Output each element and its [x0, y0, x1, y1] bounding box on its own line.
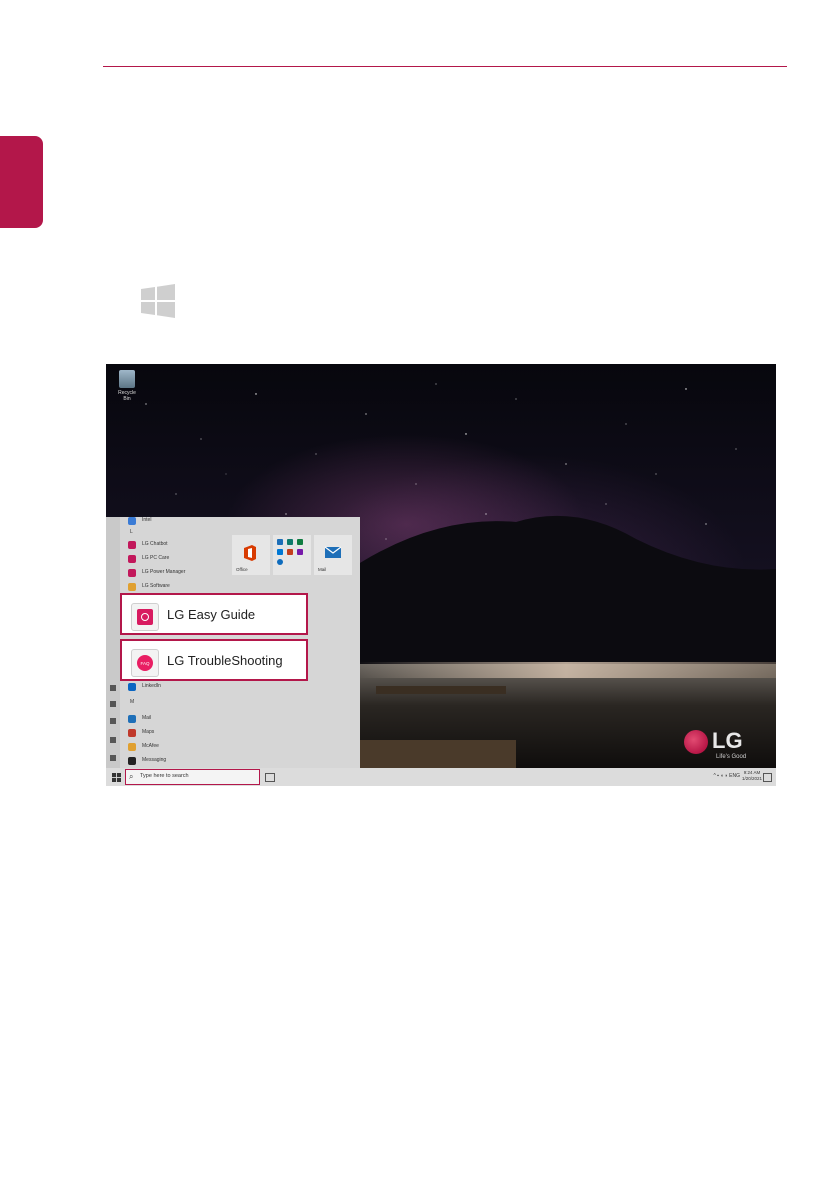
tiles-area: Office Mail [232, 535, 360, 595]
app-list-item[interactable]: LG PC Care [120, 553, 232, 565]
app-list-item[interactable]: LinkedIn [120, 681, 232, 693]
app-list-item[interactable]: M [120, 697, 232, 709]
app-label: LG PC Care [142, 555, 170, 561]
taskbar-clock[interactable]: 9:24 AM 1/20/2021 [742, 770, 762, 782]
notification-icon[interactable] [763, 773, 772, 782]
lg-tagline: Life's Good [716, 754, 747, 760]
app-label: LG Power Manager [142, 569, 186, 575]
taskbar: ⌕ Type here to search ^ ▪ ◖ ◗ ENG 9:24 A… [106, 768, 776, 786]
header-rule [103, 66, 787, 67]
app-icon [128, 583, 136, 591]
task-view-icon[interactable] [265, 773, 275, 782]
app-list-item[interactable]: LG Power Manager [120, 567, 232, 579]
language-indicator[interactable]: ENG [729, 773, 740, 779]
app-label: LG Software [142, 583, 170, 589]
app-label: LinkedIn [142, 683, 161, 689]
app-icon [128, 715, 136, 723]
app-list-item[interactable]: Mail [120, 713, 232, 725]
app-icon [128, 729, 136, 737]
app-icon [128, 555, 136, 563]
app-list-item[interactable]: LG Chatbot [120, 539, 232, 551]
mail-tile[interactable]: Mail [314, 535, 352, 575]
app-icon [128, 743, 136, 751]
start-button-icon[interactable] [112, 773, 121, 782]
app-list-item[interactable]: LG Software [120, 581, 232, 593]
settings-icon[interactable] [110, 737, 116, 743]
documents-icon[interactable] [110, 701, 116, 707]
chapter-tab [0, 136, 43, 228]
wallpaper-pier-top [376, 686, 506, 694]
easy-guide-icon [137, 609, 153, 625]
recycle-bin-label: Recycle Bin [118, 390, 136, 402]
wallpaper-pier [356, 740, 516, 768]
troubleshooting-icon-text: FAQ [140, 661, 150, 666]
lg-logo-icon [684, 730, 708, 754]
lg-troubleshooting-item[interactable]: FAQ LG TroubleShooting [120, 639, 308, 681]
office-tile[interactable]: Office [232, 535, 270, 575]
power-icon[interactable] [110, 755, 116, 761]
app-label: Maps [142, 729, 155, 735]
lg-easy-guide-label: LG Easy Guide [167, 607, 256, 622]
app-label: M [130, 699, 135, 705]
pictures-icon[interactable] [110, 718, 116, 724]
app-icon [128, 569, 136, 577]
app-list-item[interactable]: Intel [120, 515, 232, 527]
app-icon [128, 683, 136, 691]
lg-easy-guide-item[interactable]: LG Easy Guide [120, 593, 308, 635]
search-placeholder: Type here to search [140, 773, 189, 779]
start-rail [106, 517, 120, 768]
recycle-bin-icon [119, 370, 135, 388]
mail-tile-label: Mail [318, 567, 327, 572]
desktop-screenshot: Recycle Bin LG Life's Good Intel L LG Chat… [106, 364, 776, 786]
troubleshooting-icon: FAQ [137, 655, 153, 671]
lg-troubleshooting-label: LG TroubleShooting [167, 653, 283, 668]
taskbar-search-box[interactable]: ⌕ Type here to search [125, 769, 260, 785]
app-icon [128, 757, 136, 765]
app-label: L [130, 529, 133, 535]
app-label: Messaging [142, 757, 167, 763]
app-label: Mail [142, 715, 152, 721]
app-icon [128, 541, 136, 549]
app-list-item[interactable]: Maps [120, 727, 232, 739]
app-list-item[interactable]: McAfee [120, 741, 232, 753]
lg-troubleshooting-tile: FAQ [131, 649, 159, 677]
lg-easy-guide-tile [131, 603, 159, 631]
clock-date: 1/20/2021 [741, 776, 762, 781]
app-label: LG Chatbot [142, 541, 168, 547]
app-list-item[interactable]: Messaging [120, 755, 232, 767]
app-icon [128, 517, 136, 525]
system-tray-language[interactable]: ^ ▪ ◖ ◗ ENG [713, 773, 740, 779]
recycle-bin[interactable]: Recycle Bin [114, 370, 140, 402]
search-icon: ⌕ [129, 772, 134, 781]
office-icon [244, 545, 256, 561]
lg-logo: LG Life's Good [684, 726, 764, 766]
windows-logo-icon [141, 284, 175, 318]
app-label: Intel [142, 517, 152, 523]
user-icon[interactable] [110, 685, 116, 691]
app-label: McAfee [142, 743, 159, 749]
office-tile-label: Office [236, 567, 248, 572]
app-list-item[interactable]: L [120, 527, 232, 539]
start-menu: Intel L LG Chatbot LG PC Care LG Power Manag… [106, 517, 360, 768]
lg-logo-text: LG [712, 728, 743, 753]
apps-group-tile[interactable] [273, 535, 311, 575]
wallpaper-shore [356, 662, 776, 678]
mail-icon [325, 546, 341, 558]
